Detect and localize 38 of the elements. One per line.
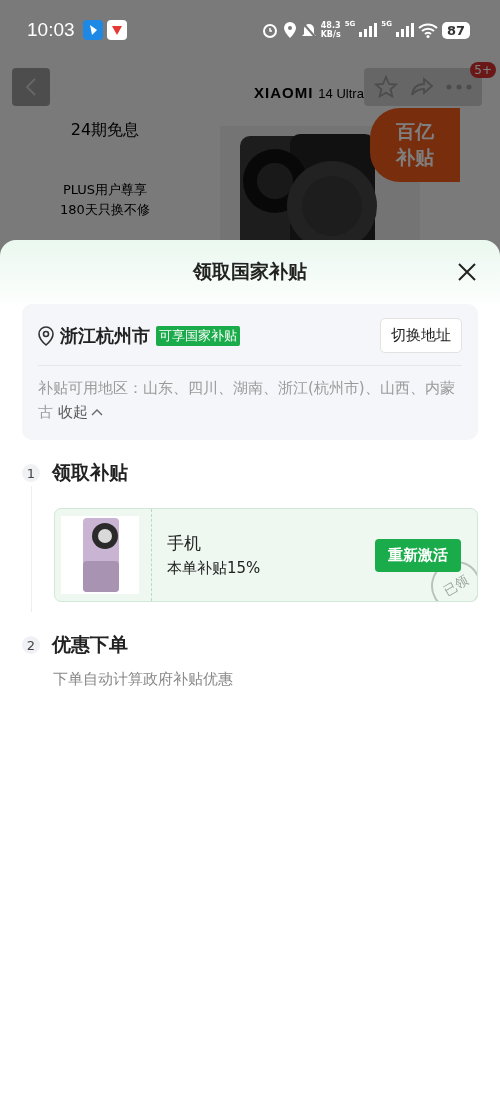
wifi-icon: [417, 22, 438, 38]
more-icon[interactable]: [446, 84, 472, 90]
step-note: 下单自动计算政府补贴优惠: [53, 670, 234, 689]
star-icon[interactable]: [374, 75, 398, 99]
battery-level: 87: [441, 21, 470, 39]
mute-icon: [300, 21, 317, 39]
sheet-title: 领取国家补贴: [193, 259, 307, 284]
region-list: 补贴可用地区：山东、四川、湖南、浙江(杭州市)、山西、内蒙古 收起: [38, 376, 462, 424]
back-button[interactable]: [12, 68, 50, 106]
subsidy-tag: 可享国家补贴: [156, 325, 240, 346]
signal-icon: [395, 23, 414, 37]
coupon-rate: 本单补贴15%: [167, 559, 262, 578]
step-title: 优惠下单: [52, 632, 128, 657]
network-speed: 48.3 KB/s: [320, 21, 341, 39]
step-number: 2: [22, 636, 40, 654]
alarm-icon: [260, 21, 279, 39]
location-pin-icon: [38, 325, 54, 346]
back-icon: [25, 77, 37, 97]
status-time: 10:03: [27, 19, 75, 41]
subsidy-badge-text: 补贴: [396, 145, 434, 170]
subsidy-badge-text: 百亿: [396, 119, 434, 144]
signal-icon: [359, 23, 378, 37]
model-name: 14 Ultra: [318, 86, 364, 101]
step-title: 领取补贴: [52, 460, 128, 485]
notification-badge: 5+: [470, 62, 496, 78]
app-icon: [106, 20, 127, 40]
promo-title: 24期免息: [70, 120, 140, 141]
app-icon: [82, 20, 103, 40]
collapse-link[interactable]: 收起: [57, 400, 103, 424]
brand-logo: XIAOMI: [254, 84, 314, 101]
city-name: 浙江杭州市: [60, 323, 150, 348]
location-icon: [282, 21, 297, 39]
step-number: 1: [22, 464, 40, 482]
close-icon[interactable]: [458, 263, 476, 281]
promo-text: 180天只换不修: [60, 201, 150, 219]
coupon-name: 手机: [167, 532, 202, 555]
change-address-button[interactable]: 切换地址: [380, 318, 462, 353]
promo-text: PLUS用户尊享: [62, 181, 148, 199]
